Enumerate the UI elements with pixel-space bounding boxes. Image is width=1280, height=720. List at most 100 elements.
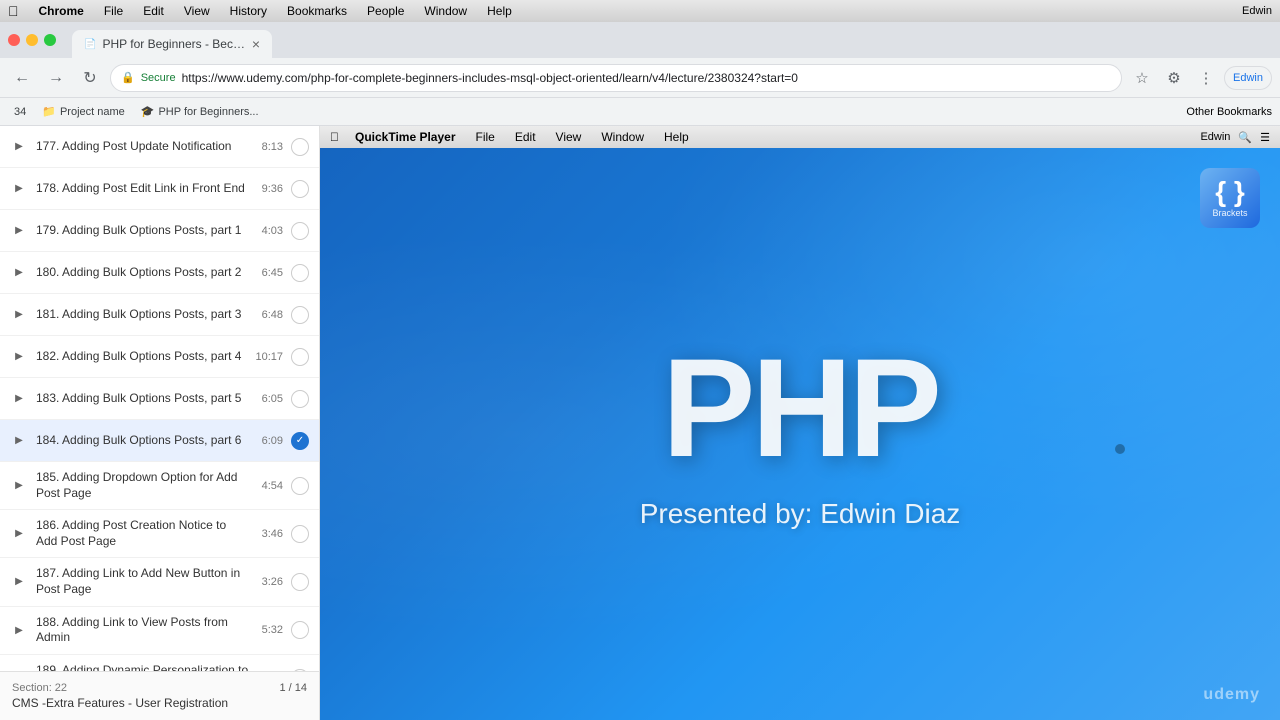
- chrome-toolbar: ← → ↻ 🔒 Secure https://www.udemy.com/php…: [0, 58, 1280, 98]
- menubar-item-chrome[interactable]: Chrome: [35, 4, 88, 18]
- qt-edit-menu[interactable]: Edit: [511, 130, 540, 144]
- lecture-play-button[interactable]: ▶: [10, 222, 28, 240]
- lecture-play-button[interactable]: ▶: [10, 525, 28, 543]
- lecture-duration-text: 6:45: [262, 267, 283, 279]
- lecture-complete-checkbox[interactable]: [291, 138, 309, 156]
- lecture-duration-text: 3:46: [262, 528, 283, 540]
- qt-user-label: Edwin: [1200, 131, 1230, 143]
- lecture-complete-checkbox[interactable]: [291, 477, 309, 495]
- lecture-complete-checkbox[interactable]: [291, 180, 309, 198]
- other-bookmarks-label: Other Bookmarks: [1186, 106, 1272, 118]
- menubar-item-edit[interactable]: Edit: [139, 4, 168, 18]
- lecture-duration-text: 10:17: [255, 351, 283, 363]
- bookmark-php-course[interactable]: 🎓 PHP for Beginners...: [135, 103, 265, 120]
- lecture-complete-checkbox[interactable]: [291, 390, 309, 408]
- section-footer: Section: 22 CMS -Extra Features - User R…: [0, 671, 319, 720]
- active-tab[interactable]: 📄 PHP for Beginners - Become... ×: [72, 30, 272, 58]
- lecture-play-button[interactable]: ▶: [10, 573, 28, 591]
- toolbar-right: ☆ ⚙ ⋮ Edwin: [1128, 64, 1272, 92]
- lecture-item[interactable]: ▶ 183. Adding Bulk Options Posts, part 5…: [0, 378, 319, 420]
- lecture-list: ▶ 177. Adding Post Update Notification 8…: [0, 126, 319, 671]
- menubar-item-history[interactable]: History: [226, 4, 271, 18]
- menu-button[interactable]: ⋮: [1192, 64, 1220, 92]
- chrome-user-button[interactable]: Edwin: [1224, 66, 1272, 90]
- qt-help-menu[interactable]: Help: [660, 130, 693, 144]
- qt-window-menu[interactable]: Window: [597, 130, 648, 144]
- window-maximize-button[interactable]: [44, 34, 56, 46]
- menubar-item-people[interactable]: People: [363, 4, 408, 18]
- lecture-item[interactable]: ▶ 178. Adding Post Edit Link in Front En…: [0, 168, 319, 210]
- lecture-complete-checkbox[interactable]: [291, 621, 309, 639]
- lecture-play-button[interactable]: ▶: [10, 348, 28, 366]
- menubar-right-icons: Edwin: [1242, 5, 1272, 17]
- qt-app-name[interactable]: QuickTime Player: [351, 130, 460, 144]
- brackets-label: Brackets: [1212, 208, 1247, 218]
- bookmark-project-name[interactable]: 📁 Project name: [36, 103, 131, 120]
- bookmark-star-button[interactable]: ☆: [1128, 64, 1156, 92]
- lecture-complete-checkbox[interactable]: [291, 348, 309, 366]
- lecture-play-button[interactable]: ▶: [10, 264, 28, 282]
- lecture-play-button[interactable]: ▶: [10, 138, 28, 156]
- menubar-item-view[interactable]: View: [180, 4, 214, 18]
- apple-logo-icon[interactable]: : [8, 3, 19, 19]
- menubar-item-bookmarks[interactable]: Bookmarks: [283, 4, 351, 18]
- video-frame: PHP Presented by: Edwin Diaz { } Bracket…: [320, 148, 1280, 720]
- lecture-item[interactable]: ▶ 185. Adding Dropdown Option for Add Po…: [0, 462, 319, 510]
- lecture-play-button[interactable]: ▶: [10, 477, 28, 495]
- menubar-item-help[interactable]: Help: [483, 4, 516, 18]
- lecture-item[interactable]: ▶ 189. Adding Dynamic Personalization to…: [0, 655, 319, 671]
- window-close-button[interactable]: [8, 34, 20, 46]
- menubar-item-file[interactable]: File: [100, 4, 127, 18]
- lecture-complete-checkbox[interactable]: ✓: [291, 432, 309, 450]
- lecture-item[interactable]: ▶ 181. Adding Bulk Options Posts, part 3…: [0, 294, 319, 336]
- sidebar: ▶ 177. Adding Post Update Notification 8…: [0, 126, 320, 720]
- qt-apple-icon[interactable]: : [330, 130, 339, 144]
- url-text: https://www.udemy.com/php-for-complete-b…: [182, 71, 1111, 85]
- lecture-complete-checkbox[interactable]: [291, 264, 309, 282]
- lecture-item[interactable]: ▶ 182. Adding Bulk Options Posts, part 4…: [0, 336, 319, 378]
- lecture-complete-checkbox[interactable]: [291, 573, 309, 591]
- bookmark-count[interactable]: 34: [8, 104, 32, 120]
- lecture-play-button[interactable]: ▶: [10, 180, 28, 198]
- lecture-complete-checkbox[interactable]: [291, 306, 309, 324]
- lecture-item[interactable]: ▶ 180. Adding Bulk Options Posts, part 2…: [0, 252, 319, 294]
- lecture-play-button[interactable]: ▶: [10, 306, 28, 324]
- lecture-play-button[interactable]: ▶: [10, 390, 28, 408]
- bookmark-count-label: 34: [14, 106, 26, 118]
- lecture-title-text: 188. Adding Link to View Posts from Admi…: [36, 615, 250, 646]
- lecture-title-text: 177. Adding Post Update Notification: [36, 139, 250, 155]
- address-bar[interactable]: 🔒 Secure https://www.udemy.com/php-for-c…: [110, 64, 1122, 92]
- lecture-item[interactable]: ▶ 188. Adding Link to View Posts from Ad…: [0, 607, 319, 655]
- window-minimize-button[interactable]: [26, 34, 38, 46]
- brackets-app-icon: { } Brackets: [1200, 168, 1260, 228]
- secure-label: Secure: [141, 72, 176, 84]
- lecture-title-text: 185. Adding Dropdown Option for Add Post…: [36, 470, 250, 501]
- lecture-item[interactable]: ▶ 179. Adding Bulk Options Posts, part 1…: [0, 210, 319, 252]
- lecture-play-button[interactable]: ▶: [10, 621, 28, 639]
- lecture-play-button[interactable]: ▶: [10, 432, 28, 450]
- qt-view-menu[interactable]: View: [552, 130, 586, 144]
- lecture-duration-text: 5:32: [262, 624, 283, 636]
- udemy-watermark: udemy: [1203, 686, 1260, 704]
- lecture-item[interactable]: ▶ 186. Adding Post Creation Notice to Ad…: [0, 510, 319, 558]
- reload-button[interactable]: ↻: [76, 64, 104, 92]
- mac-menubar:  Chrome File Edit View History Bookmark…: [0, 0, 1280, 22]
- tab-close-button[interactable]: ×: [252, 36, 260, 52]
- forward-button[interactable]: →: [42, 64, 70, 92]
- back-button[interactable]: ←: [8, 64, 36, 92]
- lecture-item[interactable]: ▶ 177. Adding Post Update Notification 8…: [0, 126, 319, 168]
- presenter-text: Presented by: Edwin Diaz: [640, 498, 961, 530]
- lecture-item[interactable]: ▶ 187. Adding Link to Add New Button in …: [0, 558, 319, 606]
- lecture-title-text: 189. Adding Dynamic Personalization to A…: [36, 663, 250, 671]
- qt-search-icon[interactable]: 🔍: [1238, 131, 1252, 144]
- lecture-item[interactable]: ▶ 184. Adding Bulk Options Posts, part 6…: [0, 420, 319, 462]
- qt-file-menu[interactable]: File: [472, 130, 499, 144]
- qt-list-icon[interactable]: ☰: [1260, 131, 1270, 144]
- extensions-button[interactable]: ⚙: [1160, 64, 1188, 92]
- lecture-complete-checkbox[interactable]: [291, 525, 309, 543]
- lecture-duration-text: 6:09: [262, 435, 283, 447]
- menubar-item-window[interactable]: Window: [420, 4, 471, 18]
- lecture-duration-text: 4:03: [262, 225, 283, 237]
- other-bookmarks[interactable]: Other Bookmarks: [1186, 106, 1272, 118]
- lecture-complete-checkbox[interactable]: [291, 222, 309, 240]
